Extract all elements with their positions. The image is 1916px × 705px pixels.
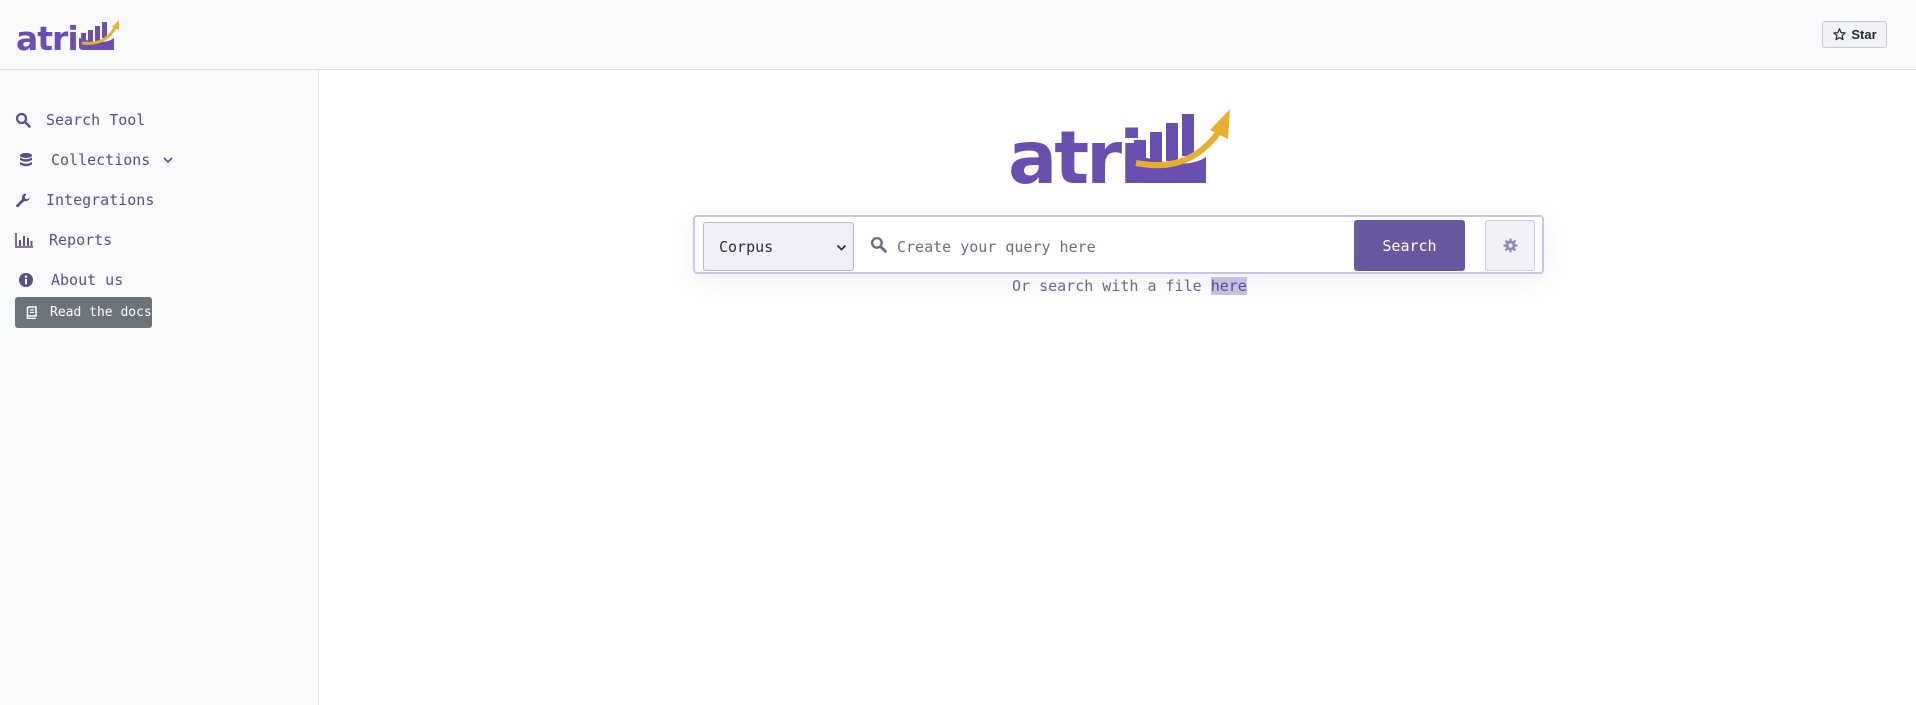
star-icon — [1833, 28, 1847, 41]
chevron-down-icon — [836, 244, 847, 251]
search-icon — [15, 112, 31, 128]
info-circle-icon — [18, 272, 34, 288]
sidebar-item-collections[interactable]: Collections — [18, 148, 174, 172]
top-navbar: atri Star — [0, 0, 1916, 70]
sidebar-item-label: About us — [51, 271, 124, 289]
svg-text:atri: atri — [16, 19, 78, 56]
bar-chart-icon — [15, 232, 34, 248]
collection-select-value: Corpus — [719, 237, 774, 256]
file-search-link[interactable]: here — [1210, 277, 1247, 295]
svg-text:atri: atri — [1008, 116, 1141, 186]
search-bar: Corpus Search — [693, 215, 1544, 274]
search-button[interactable]: Search — [1354, 220, 1465, 271]
collection-select[interactable]: Corpus — [703, 222, 854, 271]
search-icon — [870, 236, 887, 253]
read-the-docs-button[interactable]: Read the docs — [15, 297, 152, 328]
sidebar-item-label: Reports — [49, 231, 113, 249]
search-settings-button[interactable] — [1485, 220, 1535, 271]
sidebar-item-search-tool[interactable]: Search Tool — [15, 108, 145, 132]
sidebar-item-label: Collections — [51, 151, 151, 169]
file-search-hint-text: Or search with a file — [1012, 277, 1211, 295]
file-search-hint: Or search with a file here — [1012, 277, 1247, 297]
star-button[interactable]: Star — [1822, 21, 1887, 48]
wrench-icon — [15, 192, 31, 208]
sidebar-item-label: Search Tool — [46, 111, 146, 129]
atri-logo[interactable]: atri — [16, 16, 122, 56]
sidebar-item-integrations[interactable]: Integrations — [15, 188, 154, 212]
database-icon — [18, 152, 34, 168]
book-icon — [26, 306, 37, 319]
query-input[interactable] — [897, 222, 1227, 271]
sidebar-item-about-us[interactable]: About us — [18, 268, 123, 292]
read-the-docs-label: Read the docs — [50, 305, 152, 320]
star-button-label: Star — [1851, 27, 1877, 42]
sidebar: Search Tool Collections Integrations Rep… — [0, 70, 319, 705]
atri-hero-logo: atri — [1008, 109, 1230, 186]
sidebar-item-label: Integrations — [46, 191, 155, 209]
gear-icon — [1502, 238, 1518, 253]
sidebar-item-reports[interactable]: Reports — [15, 228, 112, 252]
chevron-down-icon[interactable] — [162, 154, 174, 166]
